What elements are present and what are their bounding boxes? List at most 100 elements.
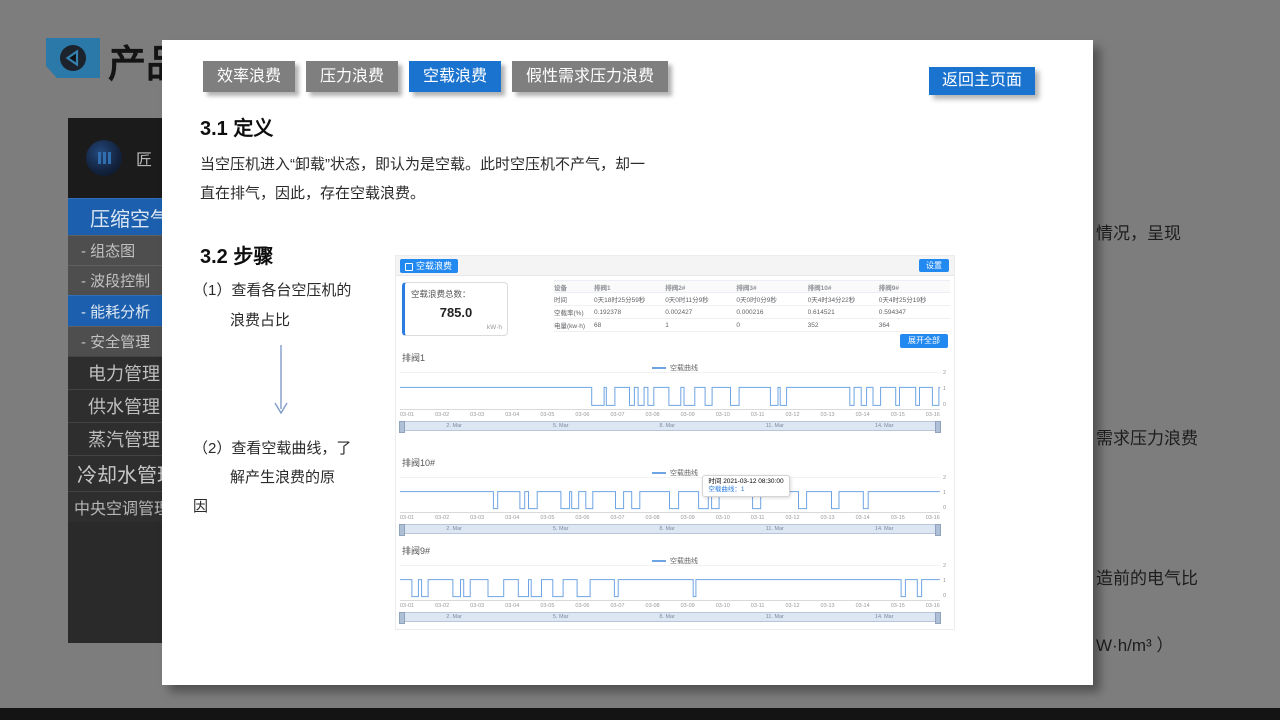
x-tick-label: 03-03 (470, 603, 484, 609)
x-tick-label: 03-07 (610, 412, 624, 418)
dashboard-title-badge[interactable]: 空载浪费 (400, 259, 458, 273)
step-1-line2: 浪费占比 (193, 306, 351, 336)
background-text-fragment: 造前的电气比 (1096, 564, 1198, 589)
x-tick-label: 03-08 (646, 515, 660, 521)
back-icon[interactable] (46, 38, 100, 78)
x-tick-label: 03-11 (751, 412, 765, 418)
table-cell: 0.192378 (594, 309, 665, 316)
table-cell: 设备 (554, 282, 594, 292)
table-cell: 0.002427 (665, 309, 736, 316)
y-tick-label: 0 (943, 593, 946, 599)
navigator-date-label: 14. Mar (875, 423, 894, 429)
table-cell: 排阀2# (665, 282, 736, 292)
back-arrow-glyph (58, 43, 88, 73)
y-tick-label: 0 (943, 505, 946, 511)
x-axis-labels: 03-0103-0203-0303-0403-0503-0603-0703-08… (400, 515, 940, 521)
navigator-date-label: 5. Mar (553, 614, 569, 620)
app-logo-icon (86, 140, 122, 176)
expand-all-button[interactable]: 展开全部 (900, 334, 948, 348)
x-tick-label: 03-10 (716, 515, 730, 521)
table-cell: 0天4时25分19秒 (879, 294, 950, 304)
table-cell: 352 (808, 322, 879, 329)
x-tick-label: 03-07 (610, 603, 624, 609)
line-chart-plot[interactable] (400, 372, 940, 410)
tab-active[interactable]: 空载浪费 (409, 61, 501, 92)
x-tick-label: 03-13 (821, 515, 835, 521)
table-row: 时间0天18时25分59秒0天0时11分9秒0天0时0分9秒0天4时34分22秒… (554, 293, 950, 306)
x-tick-label: 03-04 (505, 603, 519, 609)
line-chart-plot[interactable] (400, 565, 940, 601)
chart-navigator[interactable]: 2. Mar5. Mar8. Mar11. Mar14. Mar (400, 421, 940, 431)
navigator-date-label: 8. Mar (659, 614, 675, 620)
x-tick-label: 03-10 (716, 412, 730, 418)
x-tick-label: 03-01 (400, 515, 414, 521)
x-tick-label: 03-04 (505, 515, 519, 521)
x-tick-label: 03-04 (505, 412, 519, 418)
tab-item[interactable]: 假性需求压力浪费 (512, 61, 668, 92)
table-cell: 68 (594, 322, 665, 329)
waste-total-value: 785.0 (405, 305, 507, 320)
idle-curve-line (400, 478, 940, 512)
x-tick-label: 03-09 (681, 603, 695, 609)
table-cell: 0.614521 (808, 309, 879, 316)
definition-paragraph: 当空压机进入“卸载”状态，即认为是空载。此时空压机不产气，却一 直在排气，因此，… (200, 150, 725, 208)
x-tick-label: 03-15 (891, 515, 905, 521)
x-tick-label: 03-09 (681, 412, 695, 418)
table-cell: 排阀9# (879, 282, 950, 292)
background-text-fragment: 情况，呈现 (1096, 219, 1181, 244)
x-tick-label: 03-07 (610, 515, 624, 521)
table-cell: 0 (736, 322, 807, 329)
chart-navigator[interactable]: 2. Mar5. Mar8. Mar11. Mar14. Mar (400, 612, 940, 622)
x-tick-label: 03-06 (575, 515, 589, 521)
tab-item[interactable]: 效率浪费 (203, 61, 295, 92)
return-home-button[interactable]: 返回主页面 (929, 67, 1035, 95)
logo-bars-icon (98, 152, 111, 164)
table-cell: 排阀3# (736, 282, 807, 292)
table-cell: 364 (879, 322, 950, 329)
line-chart-plot[interactable]: 时间 2021-03-12 08:30:00 空载曲线：1 (400, 477, 940, 513)
slide-stage: 产品 匠 压缩空气- 组态图- 波段控制- 能耗分析- 安全管理电力管理供水管理… (0, 0, 1280, 720)
settings-button[interactable]: 设置 (919, 259, 949, 272)
x-tick-label: 03-05 (540, 412, 554, 418)
y-axis-ticks: 2 1 0 (943, 477, 955, 513)
table-cell: 电量(kw·h) (554, 320, 594, 330)
y-tick-label: 1 (943, 490, 946, 496)
sidebar-brand-text: 匠 (136, 146, 152, 170)
navigator-date-label: 2. Mar (446, 614, 462, 620)
navigator-date-label: 5. Mar (553, 526, 569, 532)
chart-navigator[interactable]: 2. Mar5. Mar8. Mar11. Mar14. Mar (400, 524, 940, 534)
x-tick-label: 03-11 (751, 603, 765, 609)
definition-heading: 3.1 定义 (200, 112, 273, 141)
x-tick-label: 03-01 (400, 603, 414, 609)
waste-total-card: 空载浪费总数： 785.0 kW·h (402, 282, 508, 336)
x-tick-label: 03-13 (821, 603, 835, 609)
waste-type-tabs: 效率浪费压力浪费空载浪费假性需求压力浪费 (203, 61, 668, 92)
step-1-text: （1）查看各台空压机的 浪费占比 (193, 276, 351, 336)
y-axis-ticks: 210 (943, 372, 955, 410)
x-tick-label: 03-14 (856, 515, 870, 521)
table-cell: 0天0时0分9秒 (736, 294, 807, 304)
down-arrow-icon (270, 343, 292, 423)
step-1-line1: （1）查看各台空压机的 (193, 276, 351, 306)
x-tick-label: 03-15 (891, 603, 905, 609)
x-tick-label: 03-03 (470, 412, 484, 418)
navigator-date-label: 14. Mar (875, 614, 894, 620)
navigator-date-label: 11. Mar (766, 423, 784, 429)
navigator-date-label: 8. Mar (659, 423, 675, 429)
y-tick-label: 1 (943, 578, 946, 584)
table-cell: 空载率(%) (554, 307, 594, 317)
x-tick-label: 03-12 (785, 603, 799, 609)
chart-tooltip: 时间 2021-03-12 08:30:00 空载曲线：1 (702, 475, 789, 497)
definition-line2: 直在排气，因此，存在空载浪费。 (200, 179, 725, 208)
device-waste-table: 设备排阀1排阀2#排阀3#排阀10#排阀9#时间0天18时25分59秒0天0时1… (554, 280, 950, 332)
legend-line-icon (652, 472, 666, 474)
x-tick-label: 03-03 (470, 515, 484, 521)
x-tick-label: 03-06 (575, 412, 589, 418)
navigator-date-label: 2. Mar (446, 526, 462, 532)
y-tick-label: 2 (943, 475, 946, 481)
x-tick-label: 03-02 (435, 603, 449, 609)
step-2-line1: （2）查看空载曲线，了 (193, 434, 351, 463)
x-axis-labels: 03-0103-0203-0303-0403-0503-0603-0703-08… (400, 603, 940, 609)
tab-item[interactable]: 压力浪费 (306, 61, 398, 92)
table-cell: 0天18时25分59秒 (594, 294, 665, 304)
